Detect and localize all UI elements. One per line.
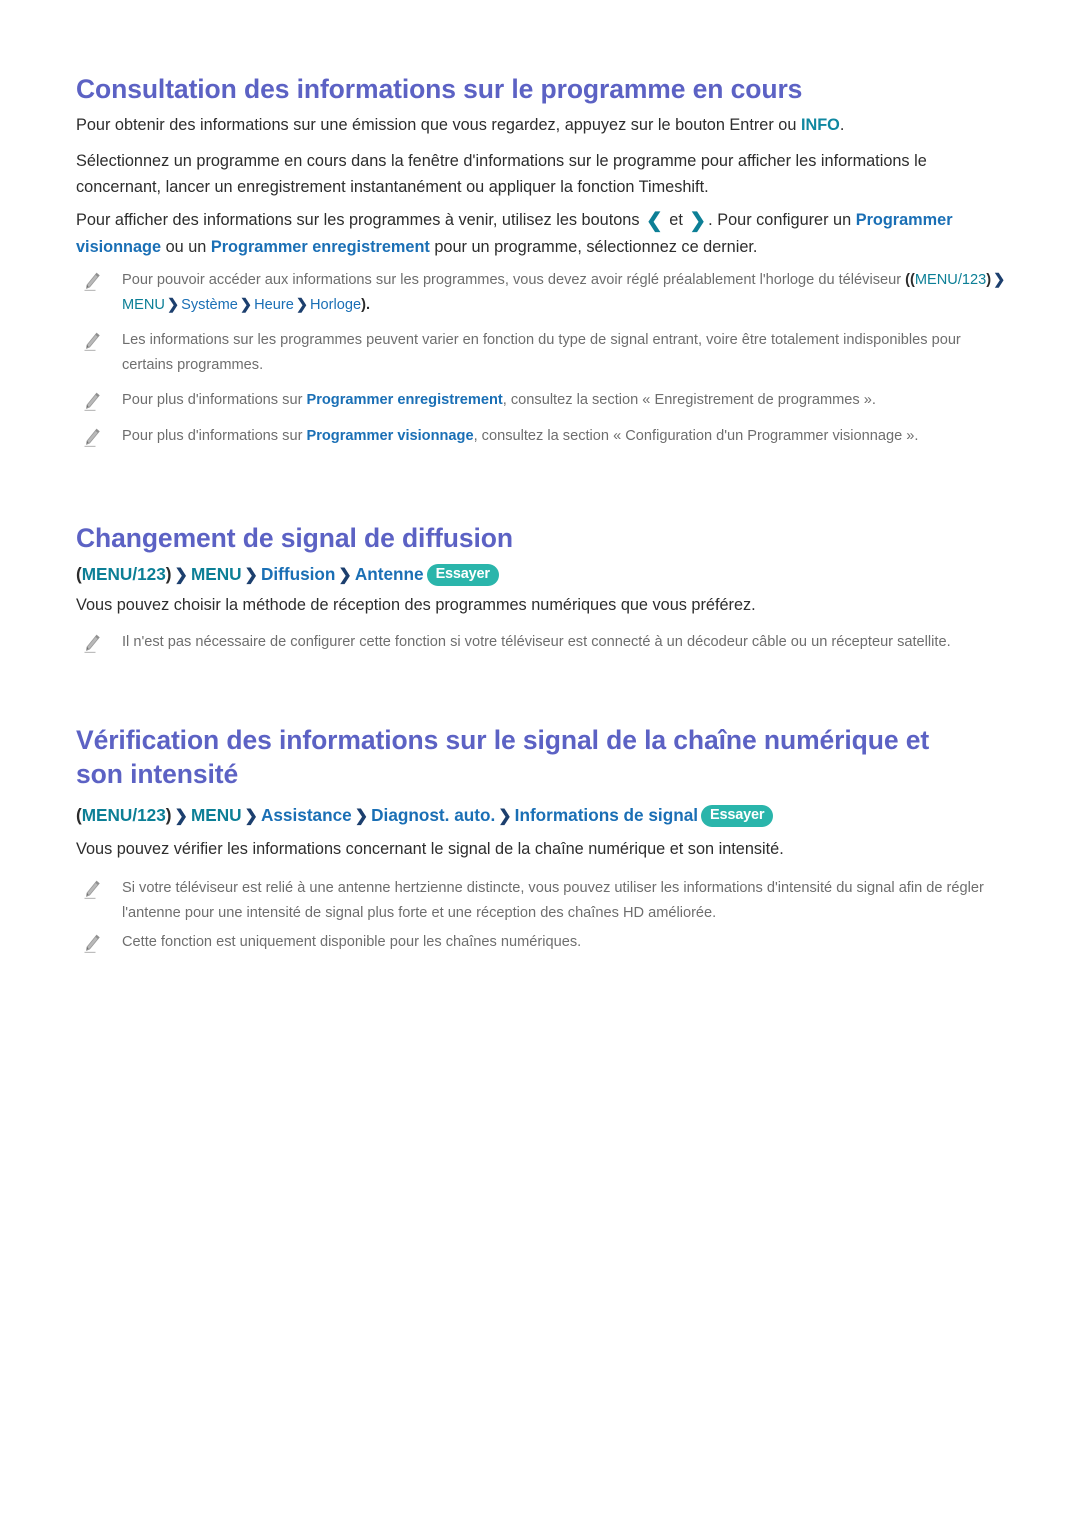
paragraph-info-button: Pour obtenir des informations sur une ém… xyxy=(76,112,1006,138)
breadcrumb-item-menu: MENU xyxy=(190,805,242,825)
note-text-lead: Pour plus d'informations sur xyxy=(122,428,307,444)
path-separator-icon: ❯ xyxy=(993,272,1006,288)
keyword-info: INFO xyxy=(800,116,840,134)
note-text: Les informations sur les programmes peuv… xyxy=(122,332,961,373)
status-badge-essayer[interactable]: Essayer xyxy=(701,805,774,827)
paragraph-text: et xyxy=(664,211,688,229)
chevron-right-icon: ❯ xyxy=(689,210,707,232)
note-item: Les informations sur les programmes peuv… xyxy=(82,328,1010,378)
note-text: Pour pouvoir accéder aux informations su… xyxy=(122,268,1010,318)
path-item-horloge: Horloge xyxy=(309,297,362,313)
paragraph-text: . Pour configurer un xyxy=(708,211,856,229)
paragraph-text: ou un xyxy=(161,238,211,256)
breadcrumb-separator-icon: ❯ xyxy=(174,808,188,825)
note-text: Cette fonction est uniquement disponible… xyxy=(122,934,582,950)
breadcrumb-item-menu: MENU xyxy=(190,564,242,584)
chevron-left-icon: ❮ xyxy=(646,210,663,232)
breadcrumb-verification-signal: (MENU/123) ❯ MENU ❯ Assistance ❯ Diagnost. aut… xyxy=(76,803,774,829)
note-item: Si votre téléviseur est relié à une ante… xyxy=(82,876,1010,926)
breadcrumb-separator-icon: ❯ xyxy=(498,808,512,825)
paragraph-reception-method: Vous pouvez choisir la méthode de récept… xyxy=(76,596,756,614)
note-text: Si votre téléviseur est relié à une ante… xyxy=(122,880,984,921)
pencil-icon xyxy=(82,272,104,292)
path-item-menu: MENU xyxy=(122,297,165,313)
paragraph-upcoming-programs: Pour afficher des informations sur les p… xyxy=(76,207,976,260)
page-title-verification-signal: Vérification des informations sur le sig… xyxy=(76,725,930,790)
path-item-menu123: MENU/123 xyxy=(914,272,987,288)
breadcrumb-item-diagnost-auto: Diagnost. auto. xyxy=(371,805,496,825)
path-separator-icon: ❯ xyxy=(239,297,253,313)
note-item: Pour plus d'informations sur Programmer … xyxy=(82,388,1010,413)
note-text-lead: Pour pouvoir accéder aux informations su… xyxy=(122,272,906,288)
path-item-heure: Heure xyxy=(254,297,294,313)
breadcrumb-separator-icon: ❯ xyxy=(354,808,369,825)
keyword-programmer-enregistrement: Programmer enregistrement xyxy=(306,392,503,408)
breadcrumb-changement-signal: (MENU/123) ❯ MENU ❯ Diffusion ❯ Antenne Essayer xyxy=(76,562,499,588)
pencil-icon xyxy=(82,634,104,654)
breadcrumb-separator-icon: ❯ xyxy=(174,567,188,584)
note-item: Il n'est pas nécessaire de configurer ce… xyxy=(82,630,1010,655)
breadcrumb-item-informations-de-signal: Informations de signal xyxy=(514,805,699,825)
paragraph-verify-signal: Vous pouvez vérifier les informations co… xyxy=(76,840,784,858)
breadcrumb-separator-icon: ❯ xyxy=(244,567,258,584)
note-text-tail: , consultez la section « Configuration d… xyxy=(473,428,919,444)
paragraph-text-tail: . xyxy=(839,116,845,134)
note-text: Pour plus d'informations sur Programmer … xyxy=(122,388,1010,413)
path-separator-icon: ❯ xyxy=(295,297,308,313)
pencil-icon xyxy=(82,332,104,352)
note-text: Pour plus d'informations sur Programmer … xyxy=(122,424,982,449)
paragraph-text: Pour obtenir des informations sur une ém… xyxy=(76,116,801,134)
pencil-icon xyxy=(82,428,104,448)
pencil-icon xyxy=(82,392,104,412)
path-separator-icon: ❯ xyxy=(166,297,180,313)
pencil-icon xyxy=(82,934,104,954)
breadcrumb-item-menu123: MENU/123 xyxy=(81,564,166,584)
keyword-programmer-enregistrement: Programmer enregistrement xyxy=(210,238,430,256)
paragraph-text: pour un programme, sélectionnez ce derni… xyxy=(429,238,758,256)
breadcrumb-item-antenne: Antenne xyxy=(354,564,424,584)
breadcrumb-separator-icon: ❯ xyxy=(244,808,258,825)
path-close-paren: ). xyxy=(361,297,371,313)
note-text-tail: , consultez la section « Enregistrement … xyxy=(502,392,876,408)
path-open-paren: (( xyxy=(905,272,915,288)
document-page: Consultation des informations sur le pro… xyxy=(0,0,1080,1527)
breadcrumb-item-assistance: Assistance xyxy=(260,805,352,825)
status-badge-essayer[interactable]: Essayer xyxy=(426,564,499,586)
breadcrumb-item-menu123: MENU/123 xyxy=(81,805,166,825)
note-text: Il n'est pas nécessaire de configurer ce… xyxy=(122,634,951,650)
breadcrumb-separator-icon: ❯ xyxy=(338,567,352,584)
note-item: Cette fonction est uniquement disponible… xyxy=(82,930,1010,955)
note-item: Pour pouvoir accéder aux informations su… xyxy=(82,268,1010,318)
page-title-changement-signal: Changement de signal de diffusion xyxy=(76,523,513,553)
breadcrumb-item-diffusion: Diffusion xyxy=(260,564,336,584)
breadcrumb-close-paren: ) xyxy=(165,564,172,584)
paragraph-text: Pour afficher des informations sur les p… xyxy=(76,211,644,229)
pencil-icon xyxy=(82,880,104,900)
keyword-programmer-visionnage: Programmer visionnage xyxy=(306,428,474,444)
paragraph-select-program: Sélectionnez un programme en cours dans … xyxy=(76,152,927,196)
path-item-systeme: Système xyxy=(181,297,238,313)
page-title-consultation: Consultation des informations sur le pro… xyxy=(76,74,803,104)
note-text-lead: Pour plus d'informations sur xyxy=(122,392,307,408)
breadcrumb-close-paren: ) xyxy=(165,805,172,825)
note-item: Pour plus d'informations sur Programmer … xyxy=(82,424,982,449)
